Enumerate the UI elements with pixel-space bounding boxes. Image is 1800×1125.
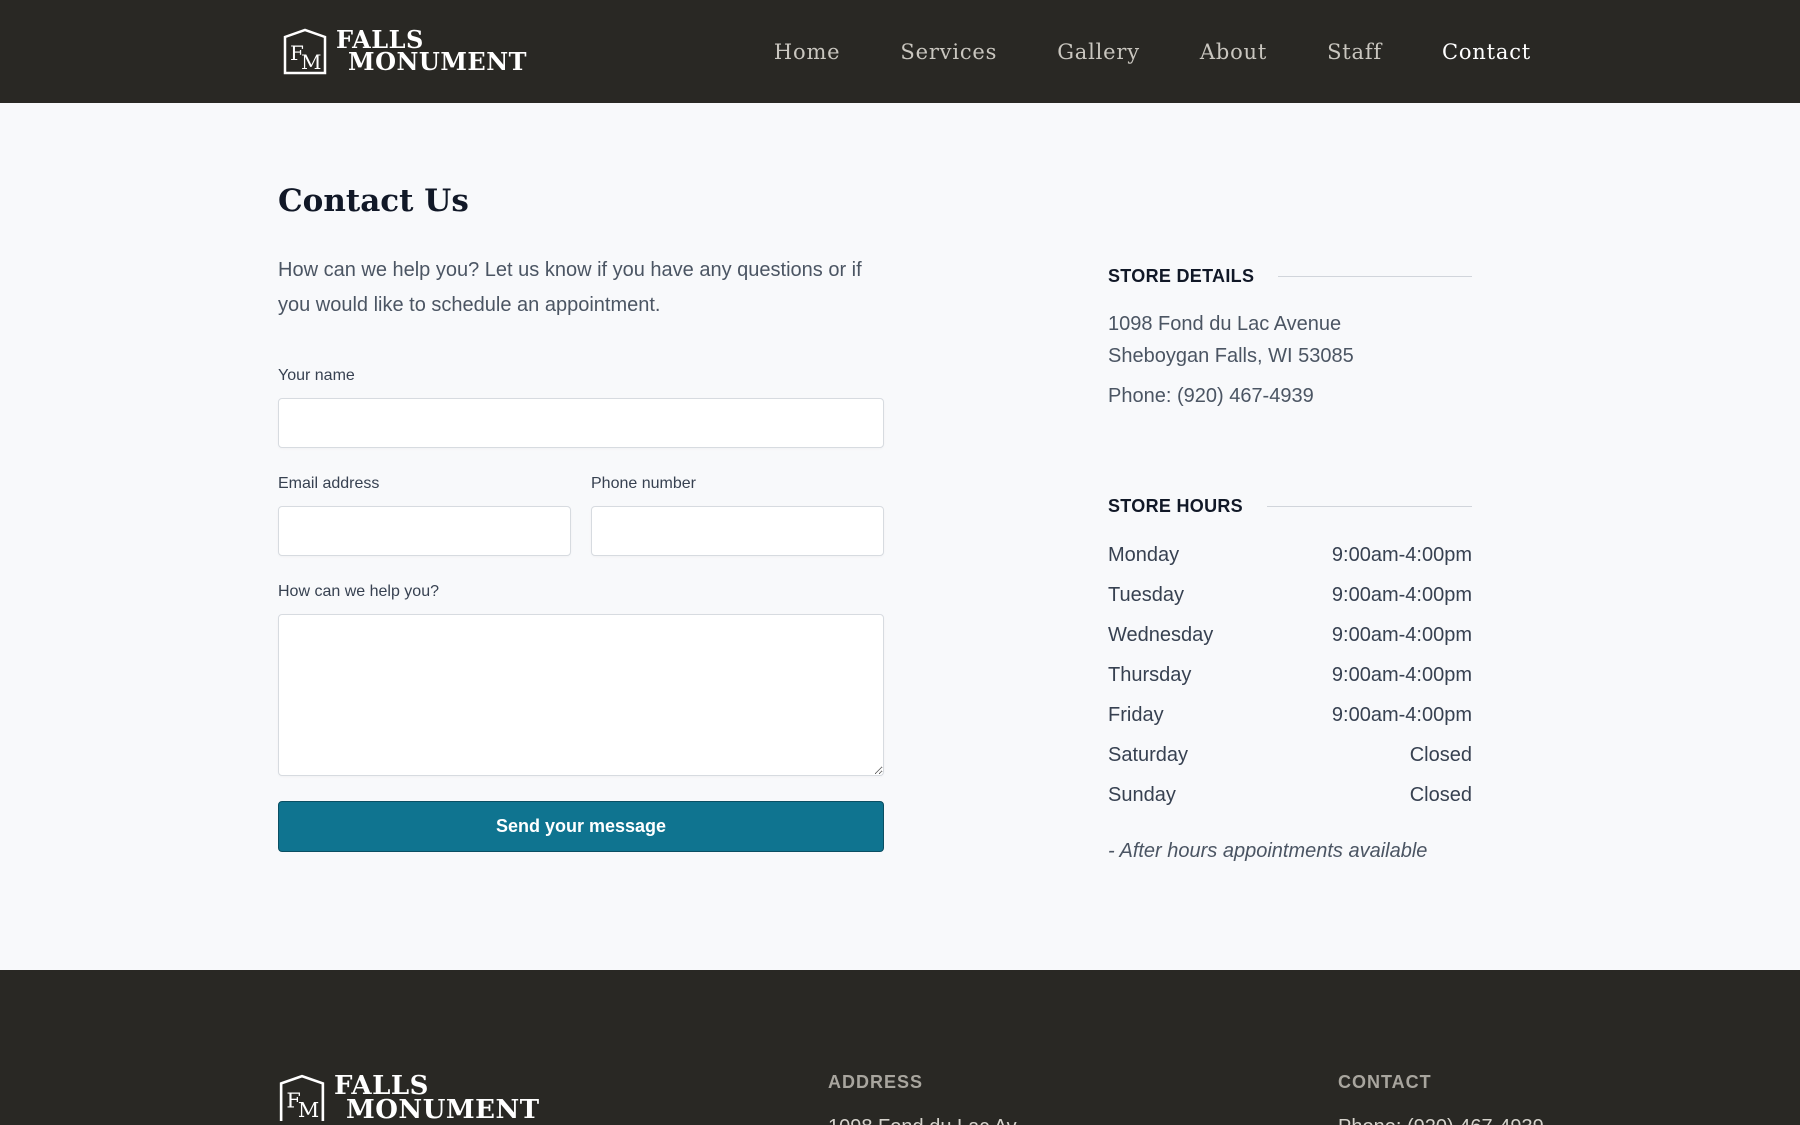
phone-label: Phone number bbox=[591, 475, 696, 492]
heading-divider bbox=[1278, 276, 1472, 277]
hours-row: Wednesday 9:00am-4:00pm bbox=[1108, 624, 1472, 647]
monument-logo-icon: F M bbox=[283, 28, 327, 75]
address-line-1: 1098 Fond du Lac Avenue bbox=[1108, 313, 1342, 335]
svg-text:M: M bbox=[301, 50, 321, 74]
footer-contact-text: Phone: (920) 467-4939 bbox=[1338, 1116, 1544, 1125]
site-header: F M FALLS MONUMENT Home Services Gallery… bbox=[0, 0, 1800, 103]
hours-time: 9:00am-4:00pm bbox=[1331, 584, 1472, 606]
name-input[interactable] bbox=[278, 398, 884, 448]
hours-day: Tuesday bbox=[1108, 584, 1184, 606]
hours-row: Monday 9:00am-4:00pm bbox=[1108, 544, 1472, 567]
hours-time: Closed bbox=[1409, 784, 1472, 806]
nav-staff[interactable]: Staff bbox=[1327, 40, 1382, 64]
hours-day: Friday bbox=[1108, 704, 1164, 726]
nav-about[interactable]: About bbox=[1200, 40, 1267, 64]
nav-home[interactable]: Home bbox=[774, 40, 841, 64]
intro-text: How can we help you? Let us know if you … bbox=[278, 259, 862, 316]
hours-time: 9:00am-4:00pm bbox=[1331, 704, 1472, 726]
store-details-heading: STORE DETAILS bbox=[1108, 266, 1472, 287]
hours-row: Thursday 9:00am-4:00pm bbox=[1108, 664, 1472, 687]
heading-divider bbox=[1267, 506, 1472, 507]
email-input[interactable] bbox=[278, 506, 571, 556]
logo-line-2: MONUMENT bbox=[348, 47, 527, 76]
name-label: Your name bbox=[278, 367, 355, 384]
hours-time: 9:00am-4:00pm bbox=[1331, 664, 1472, 686]
send-message-button[interactable]: Send your message bbox=[278, 801, 884, 852]
hours-day: Thursday bbox=[1108, 664, 1192, 686]
page-title: Contact Us bbox=[278, 183, 469, 219]
hours-day: Wednesday bbox=[1108, 624, 1214, 646]
message-textarea[interactable] bbox=[278, 614, 884, 776]
main-nav: Home Services Gallery About Staff Contac… bbox=[714, 0, 1531, 103]
footer-logo-wordmark: FALLS MONUMENT bbox=[334, 1073, 540, 1123]
site-logo[interactable]: F M FALLS MONUMENT bbox=[282, 27, 527, 75]
after-hours-note: - After hours appointments available bbox=[1108, 840, 1428, 862]
store-hours-heading: STORE HOURS bbox=[1108, 496, 1472, 517]
hours-time: Closed bbox=[1409, 744, 1472, 766]
hours-day: Saturday bbox=[1108, 744, 1189, 766]
hours-day: Sunday bbox=[1108, 784, 1176, 806]
nav-contact[interactable]: Contact bbox=[1442, 40, 1531, 64]
footer-logo-line-2: MONUMENT bbox=[346, 1095, 540, 1125]
hours-row: Tuesday 9:00am-4:00pm bbox=[1108, 584, 1472, 607]
store-phone: Phone: (920) 467-4939 bbox=[1108, 385, 1314, 407]
hours-row: Friday 9:00am-4:00pm bbox=[1108, 704, 1472, 727]
nav-services[interactable]: Services bbox=[900, 40, 997, 64]
site-footer: F M FALLS MONUMENT ADDRESS 1098 Fond du … bbox=[0, 970, 1800, 1125]
hours-time: 9:00am-4:00pm bbox=[1331, 624, 1472, 646]
footer-logo[interactable]: F M FALLS MONUMENT bbox=[278, 1071, 540, 1125]
logo-wordmark: FALLS MONUMENT bbox=[336, 28, 527, 74]
footer-address-heading: ADDRESS bbox=[828, 1072, 924, 1092]
svg-text:M: M bbox=[298, 1098, 319, 1122]
hours-time: 9:00am-4:00pm bbox=[1331, 544, 1472, 566]
hours-row: Sunday Closed bbox=[1108, 784, 1472, 807]
email-label: Email address bbox=[278, 475, 380, 492]
hours-row: Saturday Closed bbox=[1108, 744, 1472, 767]
message-label: How can we help you? bbox=[278, 583, 439, 600]
store-details-heading-text: STORE DETAILS bbox=[1108, 266, 1255, 286]
address-line-2: Sheboygan Falls, WI 53085 bbox=[1108, 345, 1354, 367]
nav-gallery[interactable]: Gallery bbox=[1057, 40, 1140, 64]
monument-logo-icon: F M bbox=[279, 1074, 325, 1122]
store-hours-heading-text: STORE HOURS bbox=[1108, 496, 1243, 516]
hours-day: Monday bbox=[1108, 544, 1180, 566]
footer-address-text: 1098 Fond du Lac Av bbox=[828, 1116, 1017, 1125]
footer-contact-heading: CONTACT bbox=[1338, 1072, 1432, 1092]
phone-input[interactable] bbox=[591, 506, 884, 556]
